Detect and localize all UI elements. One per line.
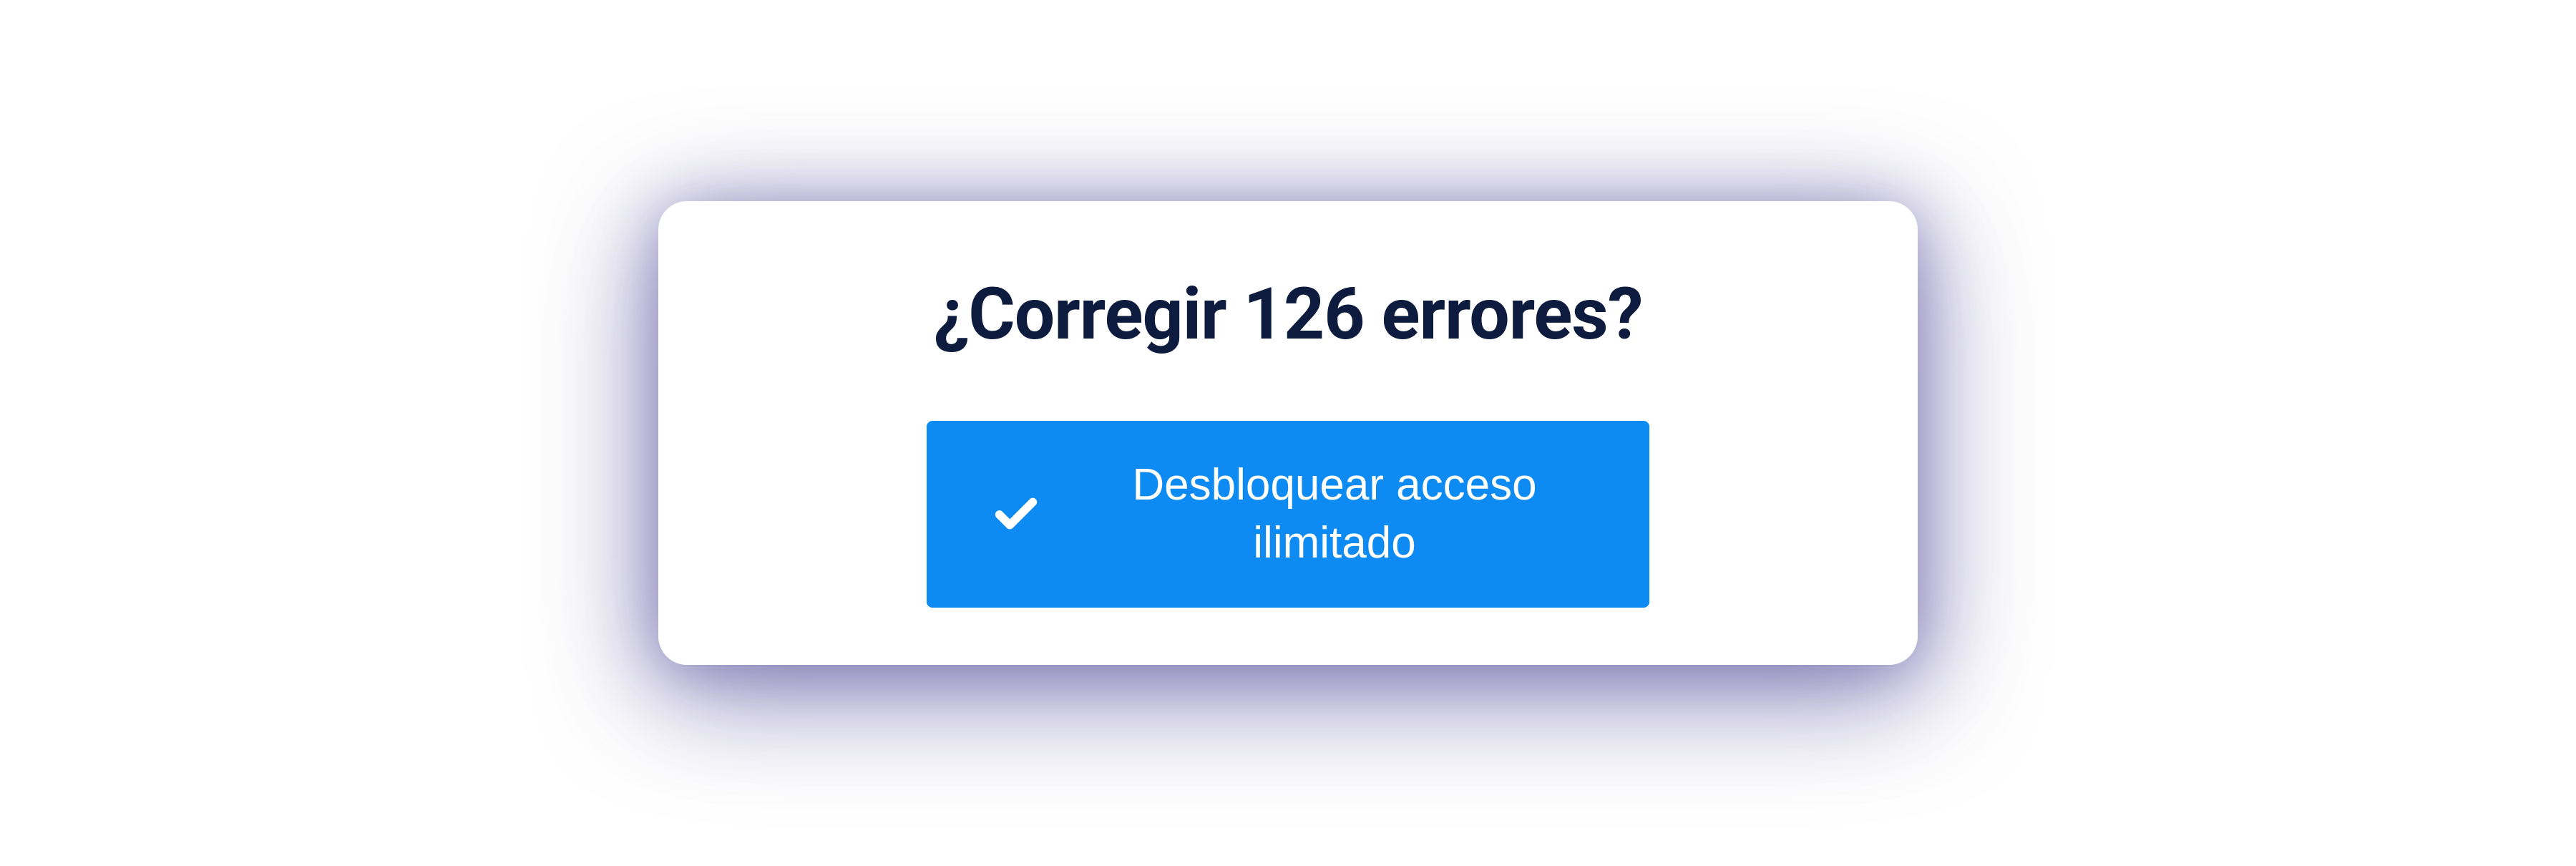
check-icon — [991, 490, 1041, 540]
unlock-access-button[interactable]: Desbloquear acceso ilimitado — [927, 421, 1649, 608]
unlock-button-label: Desbloquear acceso ilimitado — [1084, 457, 1585, 572]
dialog-card: ¿Corregir 126 errores? Desbloquear acces… — [658, 201, 1918, 665]
dialog-card-wrapper: ¿Corregir 126 errores? Desbloquear acces… — [658, 201, 1918, 665]
dialog-title: ¿Corregir 126 errores? — [933, 273, 1642, 356]
